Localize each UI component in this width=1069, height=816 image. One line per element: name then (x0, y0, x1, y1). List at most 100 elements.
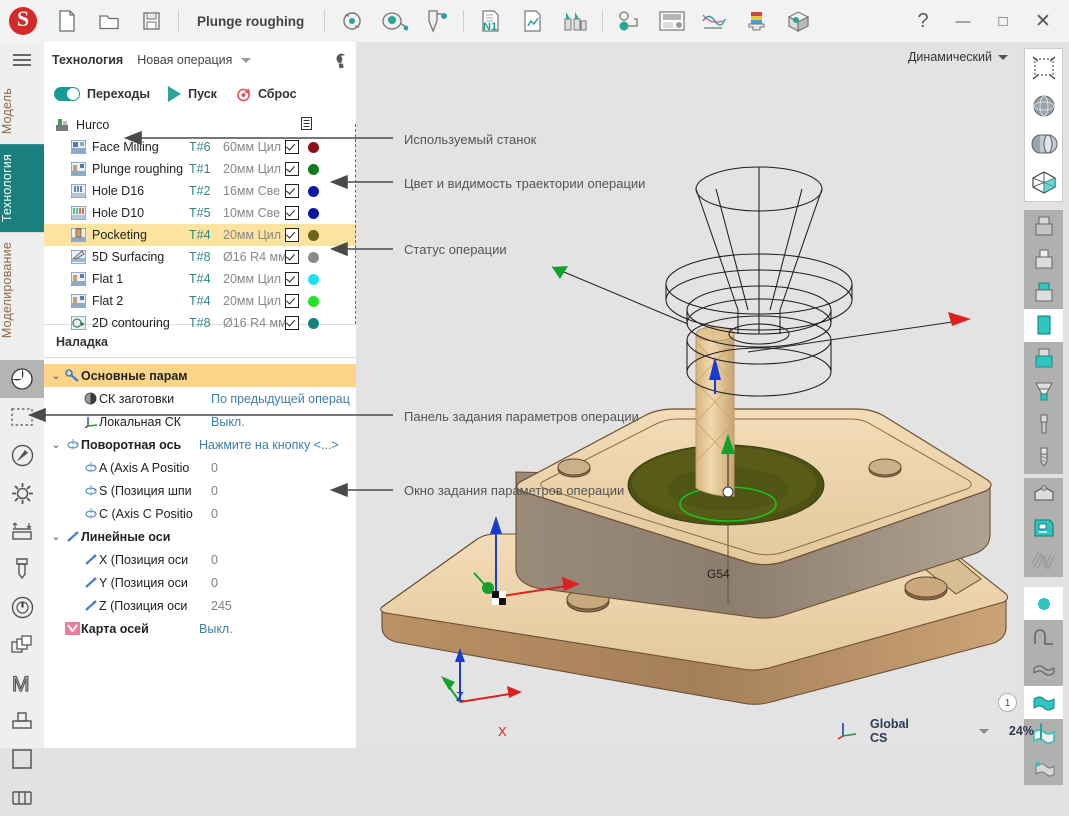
operation-visibility-checkbox[interactable] (285, 206, 299, 220)
tool-list-icon[interactable] (554, 0, 596, 42)
start-label[interactable]: Пуск (188, 87, 217, 101)
parameter-row[interactable]: ⌄Линейные оси (44, 525, 356, 548)
operation-row[interactable]: Plunge roughingT#120мм Цил (44, 158, 356, 180)
operation-color-dot[interactable] (308, 274, 319, 285)
reset-label[interactable]: Сброс (258, 87, 297, 101)
control-panel-icon[interactable] (651, 0, 693, 42)
sidebar-tab-technology[interactable]: Технология (0, 144, 44, 232)
parameter-value[interactable]: 0 (211, 484, 218, 498)
minimize-button[interactable]: — (943, 0, 983, 42)
report-icon[interactable] (512, 0, 554, 42)
shading-mode-icon[interactable] (0, 360, 44, 398)
gauge-icon[interactable] (0, 588, 44, 626)
parameter-value[interactable]: Выкл. (211, 415, 245, 429)
surface-wire-icon[interactable] (1024, 653, 1063, 686)
expander-icon[interactable]: ⌄ (48, 369, 64, 382)
surface-teal-icon[interactable] (1024, 686, 1063, 719)
tool-taper-icon[interactable] (1024, 375, 1063, 408)
graph-ruler-icon[interactable] (693, 0, 735, 42)
machine-row[interactable]: Hurco (44, 114, 356, 136)
open-folder-icon[interactable] (88, 0, 130, 42)
parameter-row[interactable]: Локальная СКВыкл. (44, 410, 356, 433)
tool-holder-teal-icon[interactable] (1024, 276, 1063, 309)
expander-icon[interactable]: ⌄ (48, 438, 64, 451)
compass-icon[interactable] (0, 436, 44, 474)
operation-row[interactable]: 2D contouringT#8Ø16 R4 мм (44, 312, 356, 334)
surface-point-icon[interactable] (1024, 752, 1063, 785)
expander-icon[interactable]: ⌄ (48, 530, 64, 543)
new-file-icon[interactable] (46, 0, 88, 42)
parameter-value[interactable]: 245 (211, 599, 232, 613)
chevron-down-icon[interactable] (979, 729, 989, 734)
operation-visibility-checkbox[interactable] (285, 250, 299, 264)
hatch-pattern-icon[interactable] (1024, 544, 1063, 577)
endmill-tool-icon[interactable] (0, 550, 44, 588)
parameter-value[interactable]: 0 (211, 576, 218, 590)
operation-row[interactable]: 5D SurfacingT#8Ø16 R4 мм (44, 246, 356, 268)
parameter-value[interactable]: 0 (211, 461, 218, 475)
caliper-icon[interactable] (415, 0, 457, 42)
color-tool-icon[interactable] (735, 0, 777, 42)
sidebar-tab-simulation[interactable]: Моделирование (0, 232, 44, 348)
nc-program-icon[interactable]: N1 (470, 0, 512, 42)
parameter-value[interactable]: Нажмите на кнопку <...> (199, 438, 339, 452)
operation-color-dot[interactable] (308, 164, 319, 175)
tool-body-teal-icon[interactable] (1024, 309, 1063, 342)
box-view-icon[interactable] (1025, 163, 1062, 201)
parameter-row[interactable]: ⌄Поворотная осьНажмите на кнопку <...> (44, 433, 356, 456)
parameter-value[interactable]: 0 (211, 507, 218, 521)
hamburger-menu-icon[interactable] (0, 42, 44, 78)
parameter-row[interactable]: ⌄Основные парам (44, 364, 356, 387)
transitions-toggle[interactable] (54, 87, 80, 101)
operation-color-dot[interactable] (308, 186, 319, 197)
parameter-row[interactable]: Y (Позиция оси0 (44, 571, 356, 594)
operation-visibility-checkbox[interactable] (285, 140, 299, 154)
columns-icon[interactable] (0, 778, 44, 816)
operation-color-dot[interactable] (308, 142, 319, 153)
curve-path-icon[interactable] (1024, 620, 1063, 653)
point-path-icon[interactable] (1024, 587, 1063, 620)
operation-color-dot[interactable] (308, 230, 319, 241)
coordinate-system-label[interactable]: Global CS (870, 717, 909, 745)
list-icon[interactable] (301, 117, 312, 133)
operation-visibility-checkbox[interactable] (285, 184, 299, 198)
3d-viewport[interactable]: Динамический (356, 42, 1018, 748)
operation-visibility-checkbox[interactable] (285, 228, 299, 242)
fixture-teal-icon[interactable] (1024, 511, 1063, 544)
sidebar-tab-model[interactable]: Модель (0, 78, 44, 144)
page-badge[interactable]: 1 (998, 693, 1017, 712)
parameter-row[interactable]: X (Позиция оси0 (44, 548, 356, 571)
gear-settings-icon[interactable] (0, 474, 44, 512)
help-button[interactable]: ? (903, 0, 943, 42)
tool-holder-silver-icon[interactable] (1024, 243, 1063, 276)
operation-visibility-checkbox[interactable] (285, 294, 299, 308)
operation-visibility-checkbox[interactable] (285, 316, 299, 330)
layers-icon[interactable] (0, 626, 44, 664)
sphere-view-icon[interactable] (1025, 87, 1062, 125)
parameter-row[interactable]: A (Axis A Positio0 (44, 456, 356, 479)
operation-color-dot[interactable] (308, 252, 319, 263)
play-icon[interactable] (168, 86, 181, 102)
reset-icon[interactable] (235, 86, 252, 103)
stock-square-icon[interactable] (0, 740, 44, 778)
operation-visibility-checkbox[interactable] (285, 272, 299, 286)
operation-color-dot[interactable] (308, 208, 319, 219)
operation-row[interactable]: Face MillingT#660мм Цил (44, 136, 356, 158)
parameter-row[interactable]: Z (Позиция оси245 (44, 594, 356, 617)
operation-row[interactable]: Flat 1T#420мм Цил (44, 268, 356, 290)
rotate-tool-icon[interactable] (331, 0, 373, 42)
operation-color-dot[interactable] (308, 296, 319, 307)
parameter-row[interactable]: Карта осейВыкл. (44, 617, 356, 640)
parameter-value[interactable]: Выкл. (199, 622, 233, 636)
parameter-value[interactable]: 0 (211, 553, 218, 567)
probe-icon[interactable] (373, 0, 415, 42)
workpiece-setup-icon[interactable] (0, 512, 44, 550)
close-button[interactable]: ✕ (1023, 0, 1063, 42)
operation-color-dot[interactable] (308, 318, 319, 329)
operation-row[interactable]: PocketingT#420мм Цил (44, 224, 356, 246)
fixture-icon[interactable] (0, 702, 44, 740)
parameter-value[interactable]: По предыдущей операц (211, 392, 350, 406)
endmill-icon[interactable] (1024, 441, 1063, 474)
save-icon[interactable] (130, 0, 172, 42)
wrench-icon[interactable] (326, 50, 348, 70)
